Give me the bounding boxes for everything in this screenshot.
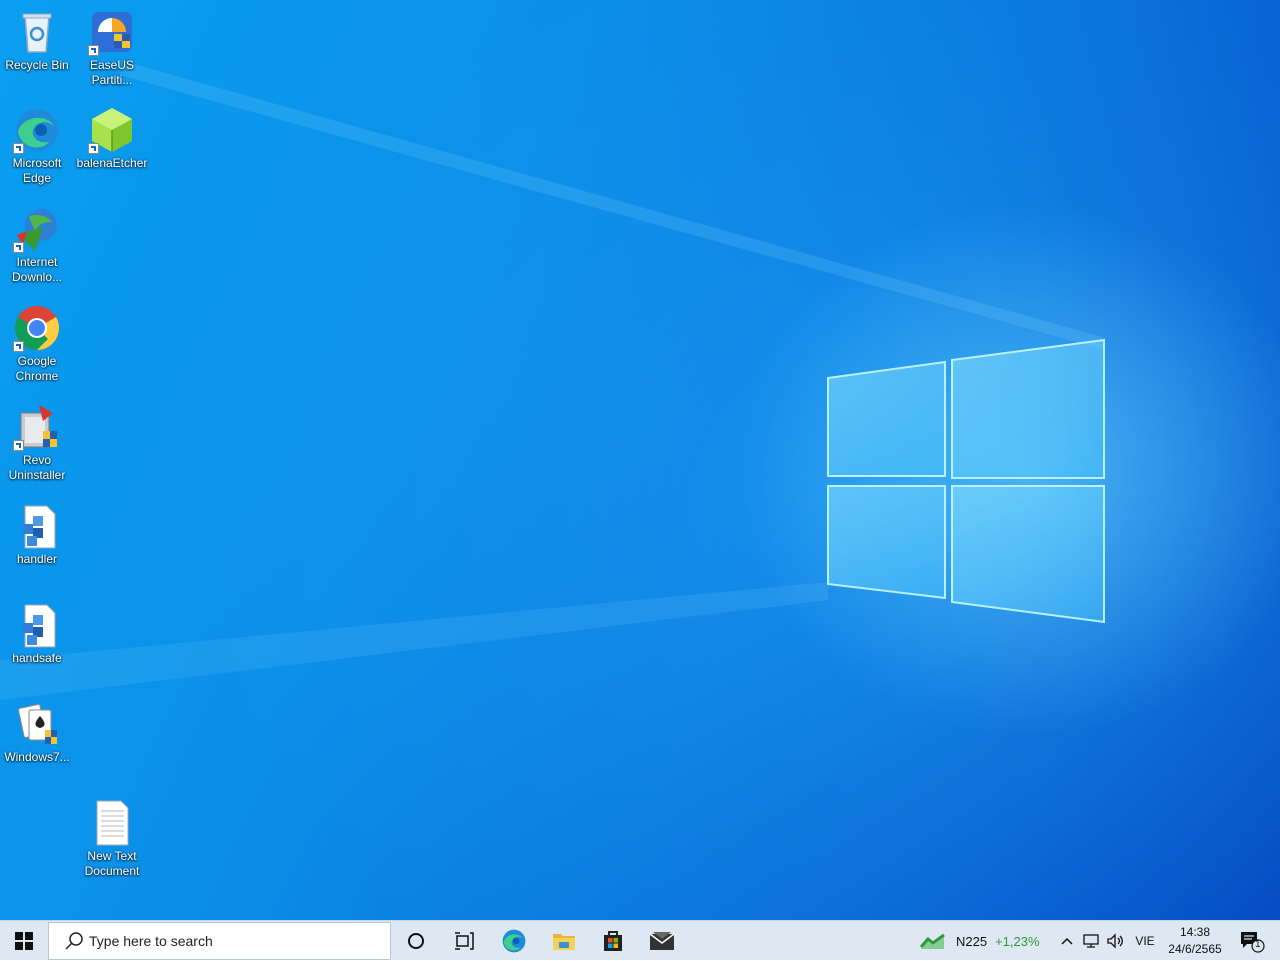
taskbar-file-explorer-button[interactable] [541,921,587,961]
desktop-icon-label: Revo Uninstaller [8,453,66,482]
stock-widget[interactable]: N225 +1,23% [920,921,1050,961]
wallpaper-windows-logo [0,60,1105,700]
registry-file-icon [13,601,61,649]
desktop-icon-new-text-document[interactable]: New Text Document [75,799,149,879]
registry-file-icon [13,502,61,550]
desktop: Recycle Bin EaseUS Partiti... Microsoft … [0,0,1280,920]
text-document-icon [88,799,136,847]
taskbar-store-button[interactable] [590,921,636,961]
clock-date: 24/6/2565 [1168,942,1222,956]
notification-count-badge: 1 [1255,939,1261,950]
internet-download-manager-icon [13,205,61,253]
solitaire-icon [13,700,61,748]
shortcut-arrow-icon [13,143,24,154]
task-view-icon [455,932,474,950]
desktop-icon-label: Windows7... [4,750,70,764]
easeus-icon [88,8,136,56]
balena-etcher-icon [88,106,136,154]
edge-icon [502,929,526,953]
desktop-icon-label: balenaEtcher [76,156,148,170]
desktop-icon-recycle-bin[interactable]: Recycle Bin [0,8,74,73]
chevron-up-icon [1061,937,1073,945]
show-hidden-icons-button[interactable] [1056,921,1078,961]
speaker-icon [1107,933,1123,949]
action-center-button[interactable]: 1 [1232,921,1272,961]
edge-icon [13,106,61,154]
windows-logo-icon [15,932,33,950]
desktop-icon-label: handsafe [12,651,62,665]
desktop-icon-label: EaseUS Partiti... [89,58,135,87]
file-explorer-icon [553,934,575,950]
network-button[interactable] [1080,921,1102,961]
recycle-bin-icon [13,8,61,56]
shortcut-arrow-icon [13,242,24,253]
clock[interactable]: 14:38 24/6/2565 [1166,924,1224,958]
chrome-icon [13,304,61,352]
input-language-button[interactable]: VIE [1130,921,1160,961]
desktop-icon-label: handler [16,552,58,566]
notification-icon [1241,932,1265,953]
store-icon [604,931,622,951]
shortcut-arrow-icon [13,440,24,451]
clock-time: 14:38 [1179,925,1211,939]
desktop-icon-handler[interactable]: handler [0,502,74,567]
stock-name: N225 [956,933,988,949]
desktop-icon-internet-download-manager[interactable]: Internet Downlo... [0,205,74,285]
desktop-icon-microsoft-edge[interactable]: Microsoft Edge [0,106,74,186]
shortcut-arrow-icon [88,45,99,56]
search-placeholder: Type here to search [89,933,213,949]
stock-change: +1,23% [995,933,1040,949]
network-icon [1083,934,1099,948]
cortana-button[interactable] [394,921,438,961]
shortcut-arrow-icon [88,143,99,154]
taskbar-search-box[interactable]: Type here to search [48,922,391,960]
desktop-icon-label: Recycle Bin [5,58,69,72]
desktop-icon-label: Internet Downlo... [11,255,63,284]
desktop-icon-windows7-games[interactable]: Windows7... [0,700,74,765]
start-button[interactable] [0,921,48,961]
desktop-icon-handsafe[interactable]: handsafe [0,601,74,666]
volume-button[interactable] [1104,921,1126,961]
taskbar-mail-button[interactable] [639,921,685,961]
desktop-icon-label: Microsoft Edge [12,156,62,185]
stock-trend-icon [920,933,945,949]
input-language: VIE [1135,934,1155,948]
task-view-button[interactable] [442,921,486,961]
revo-uninstaller-icon [13,403,61,451]
desktop-icon-revo-uninstaller[interactable]: Revo Uninstaller [0,403,74,483]
desktop-icon-label: Google Chrome [15,354,59,383]
desktop-icon-balena-etcher[interactable]: balenaEtcher [75,106,149,171]
mail-icon [649,932,675,950]
taskbar: Type here to search N225 +1,23% VIE 14:3… [0,920,1280,960]
cortana-icon [408,933,424,949]
desktop-icon-easeus[interactable]: EaseUS Partiti... [75,8,149,88]
desktop-icon-google-chrome[interactable]: Google Chrome [0,304,74,384]
search-icon [65,932,83,950]
taskbar-edge-button[interactable] [491,921,537,961]
shortcut-arrow-icon [13,341,24,352]
desktop-icon-label: New Text Document [84,849,140,878]
